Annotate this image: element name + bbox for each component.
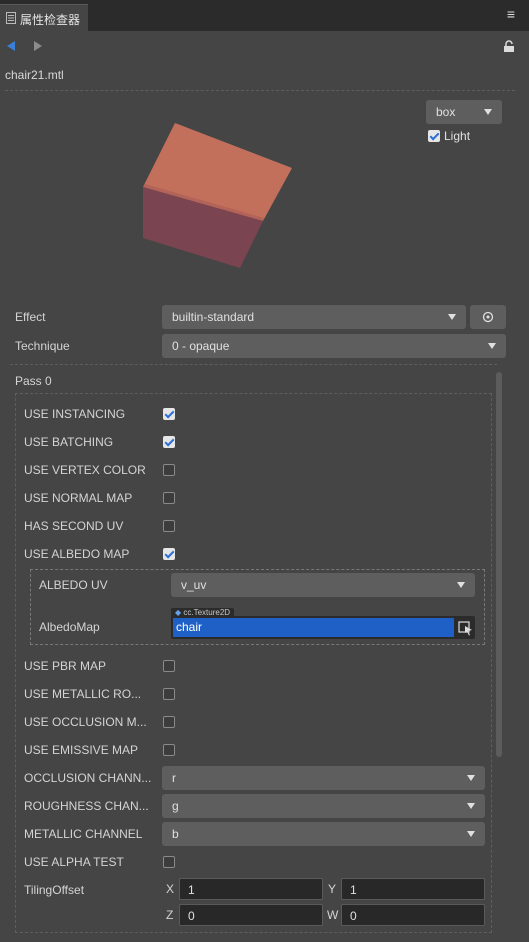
document-icon bbox=[6, 12, 16, 24]
metallic-channel-select[interactable]: b bbox=[162, 822, 485, 846]
flag-label: USE PBR MAP bbox=[24, 659, 107, 673]
back-arrow-icon[interactable] bbox=[6, 40, 16, 52]
tab-title: 属性检查器 bbox=[20, 13, 81, 27]
use-alpha-test-checkbox[interactable] bbox=[163, 856, 175, 868]
tab-bar: 属性检查器 ≡ bbox=[0, 0, 529, 31]
tiling-x-value: 1 bbox=[188, 883, 195, 897]
use-batching-checkbox[interactable] bbox=[163, 436, 175, 448]
material-preview-cube bbox=[143, 123, 292, 268]
albedo-map-field[interactable]: chair bbox=[171, 616, 475, 639]
use-emissive-map-checkbox[interactable] bbox=[163, 744, 175, 756]
chevron-down-icon bbox=[467, 775, 475, 781]
tab-inspector[interactable]: 属性检查器 bbox=[0, 4, 88, 31]
divider bbox=[5, 90, 515, 91]
occlusion-channel-select[interactable]: r bbox=[162, 766, 485, 790]
pass-title: Pass 0 bbox=[15, 374, 52, 388]
asset-filename: chair21.mtl bbox=[5, 68, 64, 82]
preview-shape-select[interactable]: box bbox=[426, 100, 502, 124]
flag-label: USE BATCHING bbox=[24, 435, 114, 449]
use-normal-map-checkbox[interactable] bbox=[163, 492, 175, 504]
albedo-uv-label: ALBEDO UV bbox=[39, 578, 108, 592]
flag-label: HAS SECOND UV bbox=[24, 519, 124, 533]
offset-z-value: 0 bbox=[188, 909, 195, 923]
effect-select[interactable]: builtin-standard bbox=[162, 305, 466, 329]
asset-picker-icon[interactable] bbox=[458, 619, 473, 636]
flag-label: USE ALBEDO MAP bbox=[24, 547, 130, 561]
use-vertex-color-checkbox[interactable] bbox=[163, 464, 175, 476]
chevron-down-icon bbox=[448, 314, 456, 320]
albedo-map-value: chair bbox=[176, 620, 203, 634]
channel-label: OCCLUSION CHANN... bbox=[24, 771, 152, 785]
w-axis-label: W bbox=[327, 908, 339, 922]
has-second-uv-checkbox[interactable] bbox=[163, 520, 175, 532]
forward-arrow-icon[interactable] bbox=[33, 40, 43, 52]
use-occlusion-map-checkbox[interactable] bbox=[163, 716, 175, 728]
chevron-down-icon bbox=[467, 803, 475, 809]
x-axis-label: X bbox=[166, 882, 175, 896]
albedo-map-value-field[interactable]: chair bbox=[173, 618, 454, 637]
flag-label: USE EMISSIVE MAP bbox=[24, 743, 139, 757]
channel-value: r bbox=[172, 771, 176, 785]
light-checkbox[interactable] bbox=[428, 130, 440, 142]
tiling-x-input[interactable]: 1 bbox=[179, 878, 323, 900]
use-pbr-map-checkbox[interactable] bbox=[163, 660, 175, 672]
use-metallic-roughness-checkbox[interactable] bbox=[163, 688, 175, 700]
z-axis-label: Z bbox=[166, 908, 174, 922]
chevron-down-icon bbox=[467, 831, 475, 837]
use-instancing-checkbox[interactable] bbox=[163, 408, 175, 420]
technique-select[interactable]: 0 - opaque bbox=[162, 334, 506, 358]
albedo-uv-value: v_uv bbox=[181, 578, 207, 592]
divider bbox=[10, 364, 497, 365]
flag-label: USE NORMAL MAP bbox=[24, 491, 133, 505]
lock-icon[interactable] bbox=[503, 40, 515, 52]
y-axis-label: Y bbox=[328, 882, 337, 896]
channel-label: METALLIC CHANNEL bbox=[24, 827, 143, 841]
light-label: Light bbox=[444, 129, 471, 143]
channel-value: g bbox=[172, 799, 179, 813]
channel-label: ROUGHNESS CHAN... bbox=[24, 799, 149, 813]
flag-label: USE METALLIC RO... bbox=[24, 687, 142, 701]
technique-label: Technique bbox=[15, 339, 70, 353]
chevron-down-icon bbox=[488, 343, 496, 349]
target-icon bbox=[482, 311, 494, 323]
albedo-map-label: AlbedoMap bbox=[39, 620, 100, 634]
albedo-uv-select[interactable]: v_uv bbox=[171, 573, 475, 597]
tiling-y-value: 1 bbox=[350, 883, 357, 897]
technique-value: 0 - opaque bbox=[172, 339, 230, 353]
scrollbar-thumb[interactable] bbox=[496, 372, 502, 757]
effect-label: Effect bbox=[15, 310, 46, 324]
menu-icon[interactable]: ≡ bbox=[503, 6, 519, 22]
alpha-test-label: USE ALPHA TEST bbox=[24, 855, 124, 869]
locate-effect-button[interactable] bbox=[470, 305, 506, 329]
effect-value: builtin-standard bbox=[172, 310, 255, 324]
flag-label: USE INSTANCING bbox=[24, 407, 126, 421]
chevron-down-icon bbox=[484, 109, 492, 115]
chevron-down-icon bbox=[457, 582, 465, 588]
offset-z-input[interactable]: 0 bbox=[179, 904, 323, 926]
offset-w-input[interactable]: 0 bbox=[341, 904, 485, 926]
flag-label: USE VERTEX COLOR bbox=[24, 463, 146, 477]
flag-label: USE OCCLUSION M... bbox=[24, 715, 147, 729]
roughness-channel-select[interactable]: g bbox=[162, 794, 485, 818]
tiling-y-input[interactable]: 1 bbox=[341, 878, 485, 900]
tiling-offset-label: TilingOffset bbox=[24, 883, 85, 897]
preview-shape-value: box bbox=[436, 105, 456, 119]
channel-value: b bbox=[172, 827, 179, 841]
offset-w-value: 0 bbox=[350, 909, 357, 923]
use-albedo-map-checkbox[interactable] bbox=[163, 548, 175, 560]
